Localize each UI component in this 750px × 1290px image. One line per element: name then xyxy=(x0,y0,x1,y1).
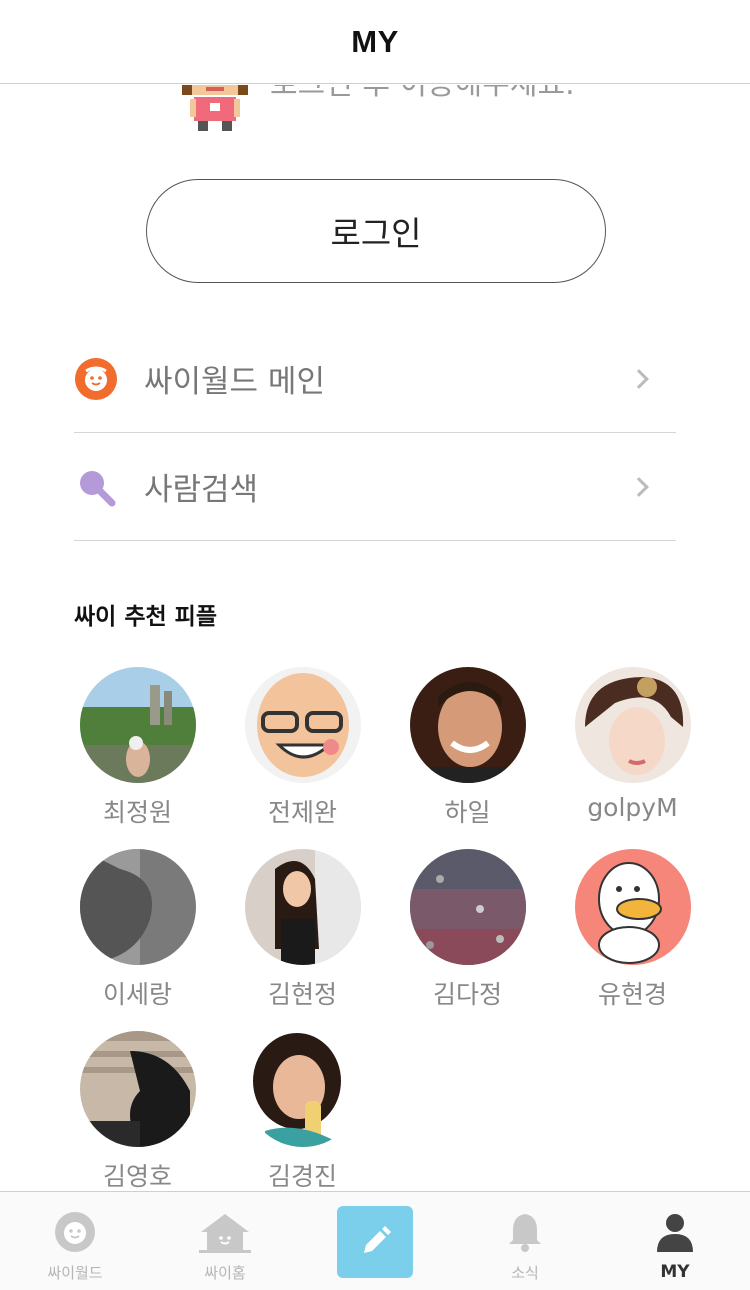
menu-item-label: 싸이월드 메인 xyxy=(144,364,325,400)
pencil-icon xyxy=(364,1226,391,1253)
avatar xyxy=(79,1031,196,1147)
person-card[interactable]: 김다정 xyxy=(385,849,550,1015)
person-card[interactable]: 김영호 xyxy=(55,1031,220,1191)
avatar xyxy=(574,667,691,783)
tab-cyhome[interactable]: 싸이홈 xyxy=(150,1192,300,1290)
avatar xyxy=(244,1031,361,1147)
person-name: 유현경 xyxy=(597,980,667,1009)
tab-label: 싸이홈 xyxy=(204,1264,246,1282)
person-name: golpyM xyxy=(587,793,678,822)
person-icon xyxy=(657,1214,693,1252)
minime-avatar-icon xyxy=(182,85,248,131)
person-name: 최정원 xyxy=(102,798,172,827)
avatar xyxy=(79,667,196,783)
tab-write[interactable] xyxy=(300,1192,450,1290)
person-name: 김다정 xyxy=(432,980,502,1009)
menu-item-people-search[interactable]: 사람검색 xyxy=(74,433,676,541)
person-card[interactable]: 최정원 xyxy=(55,667,220,833)
menu-item-label: 사람검색 xyxy=(144,472,259,508)
chevron-right-icon xyxy=(629,476,649,497)
bottom-tab-bar: 싸이월드 싸이홈 소식 MY xyxy=(0,1191,750,1290)
chevron-right-icon xyxy=(629,368,649,389)
menu-item-cyworld-main[interactable]: 싸이월드 메인 xyxy=(74,325,676,433)
person-card[interactable]: 하일 xyxy=(385,667,550,833)
page-title: MY xyxy=(351,23,399,59)
person-card[interactable]: golpyM xyxy=(550,667,715,833)
avatar xyxy=(409,849,526,965)
bell-icon xyxy=(509,1214,541,1252)
cyworld-face-icon xyxy=(74,357,118,401)
tab-news[interactable]: 소식 xyxy=(450,1192,600,1290)
person-name: 하일 xyxy=(444,798,491,827)
recommended-people-grid: 최정원 전제완 하일 golpyM 이세랑 김현정 김다정 유현경 김영호 김경… xyxy=(55,667,715,1191)
login-button[interactable]: 로그인 xyxy=(146,179,606,283)
person-card[interactable]: 전제완 xyxy=(220,667,385,833)
tab-cyworld[interactable]: 싸이월드 xyxy=(0,1192,150,1290)
person-name: 김현정 xyxy=(267,980,337,1009)
home-icon xyxy=(199,1214,251,1253)
login-notice-text: 로그인 후 이용해주세요. xyxy=(270,85,575,103)
tab-my[interactable]: MY xyxy=(600,1192,750,1290)
search-icon xyxy=(74,465,118,509)
person-name: 김영호 xyxy=(102,1162,172,1191)
recommended-people-title: 싸이 추천 피플 xyxy=(74,604,217,630)
login-notice: 로그인 후 이용해주세요. xyxy=(182,85,575,131)
avatar xyxy=(409,667,526,783)
person-card[interactable]: 이세랑 xyxy=(55,849,220,1015)
cyworld-face-icon xyxy=(55,1212,95,1252)
avatar xyxy=(79,849,196,965)
person-name: 이세랑 xyxy=(102,980,172,1009)
person-name: 김경진 xyxy=(267,1162,337,1191)
person-card[interactable]: 김경진 xyxy=(220,1031,385,1191)
top-bar: MY xyxy=(0,0,750,84)
avatar xyxy=(244,849,361,965)
person-name: 전제완 xyxy=(267,798,337,827)
tab-label: 싸이월드 xyxy=(47,1264,103,1282)
tab-label: MY xyxy=(660,1262,690,1282)
write-button[interactable] xyxy=(337,1206,413,1278)
avatar xyxy=(574,849,691,965)
main-content[interactable]: 로그인 후 이용해주세요. 로그인 싸이월드 메인 xyxy=(0,85,750,1191)
person-card[interactable]: 유현경 xyxy=(550,849,715,1015)
person-card[interactable]: 김현정 xyxy=(220,849,385,1015)
menu-list: 싸이월드 메인 사람검색 xyxy=(74,325,676,541)
tab-label: 소식 xyxy=(511,1264,539,1282)
avatar xyxy=(244,667,361,783)
